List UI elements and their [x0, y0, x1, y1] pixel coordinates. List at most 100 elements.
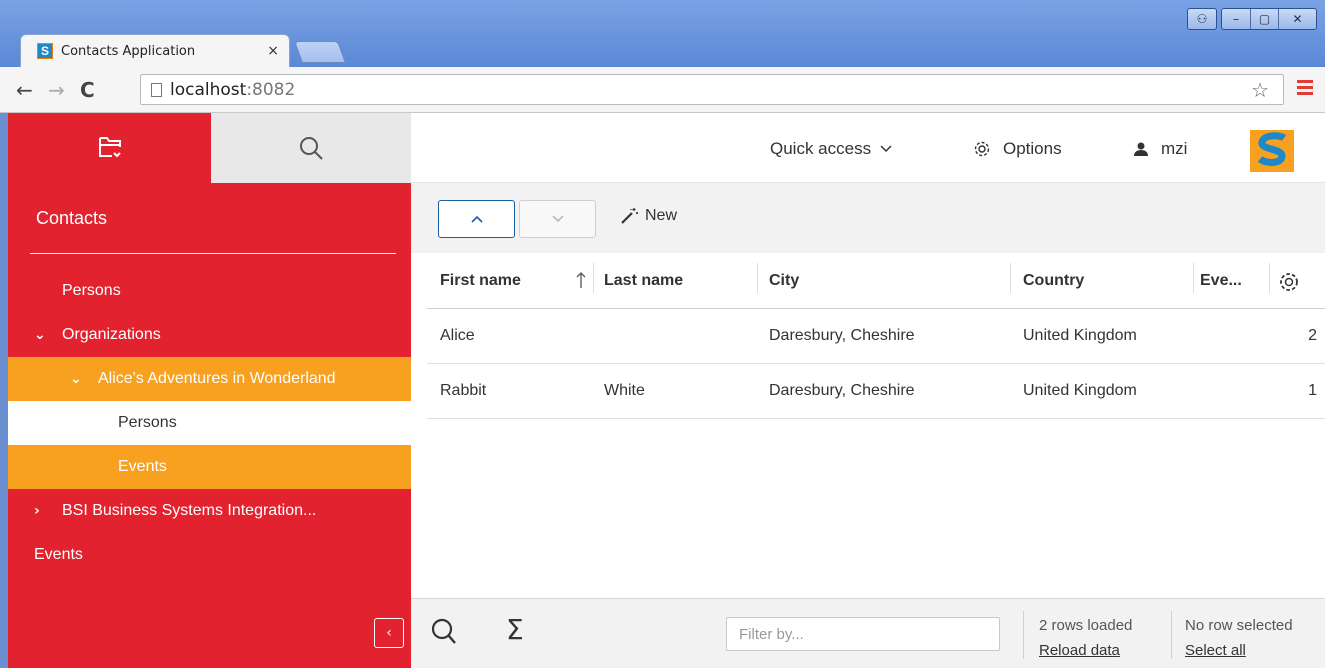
tab-outline[interactable] [8, 113, 211, 183]
move-up-button[interactable] [438, 200, 515, 238]
tree-item-label: Persons [62, 282, 121, 299]
scout-logo-icon [1250, 130, 1294, 172]
column-header-city[interactable]: City [769, 272, 799, 290]
tree-item-organizations[interactable]: ⌄ Organizations [8, 313, 411, 357]
reload-icon[interactable]: C [80, 78, 95, 102]
move-down-button[interactable] [519, 200, 596, 238]
quick-access-label: Quick access [770, 139, 872, 158]
gear-icon [974, 141, 990, 157]
tab-search[interactable] [211, 113, 411, 183]
tree-item-label: Events [34, 546, 83, 563]
table-header: First name Last name City Country Eve... [427, 253, 1325, 309]
browser-toolbar: ← → C localhost:8082 ☆ [0, 67, 1325, 113]
profile-icon[interactable]: ⚇ [1188, 9, 1216, 29]
column-separator[interactable] [1193, 263, 1194, 293]
url-port: :8082 [246, 79, 296, 100]
sidebar-divider [30, 253, 396, 254]
rows-loaded-text: 2 rows loaded [1039, 617, 1133, 634]
tree-item-label: Events [118, 458, 167, 475]
column-header-last-name[interactable]: Last name [604, 272, 683, 290]
tree-item-label: Organizations [62, 326, 161, 343]
chevron-down-icon [551, 215, 564, 223]
search-icon[interactable] [431, 617, 457, 647]
cell-city: Daresbury, Cheshire [769, 327, 915, 344]
chevron-down-icon[interactable]: ⌄ [34, 327, 50, 343]
magic-wand-icon [621, 208, 638, 224]
tree-item-label: Persons [118, 414, 177, 431]
selection-text: No row selected [1185, 617, 1293, 634]
user-icon [1134, 142, 1148, 156]
column-separator[interactable] [593, 263, 594, 293]
table-settings-gear-icon[interactable] [1278, 271, 1300, 293]
browser-menu-icon[interactable] [1297, 80, 1313, 98]
tree-item-label: Alice's Adventures in Wonderland [98, 370, 336, 387]
tree-item-events[interactable]: Events [8, 533, 411, 577]
rows-loaded-info: 2 rows loaded Reload data [1039, 613, 1132, 663]
quick-access-menu[interactable]: Quick access [770, 139, 893, 159]
cell-first-name: Alice [440, 327, 475, 344]
minimize-button[interactable]: – [1222, 9, 1250, 29]
user-name: mzi [1161, 139, 1188, 158]
column-separator[interactable] [1010, 263, 1011, 293]
sort-ascending-icon [576, 272, 586, 288]
sidebar: Contacts Persons ⌄ Organizations ⌄ Alice's… [8, 113, 411, 668]
scout-favicon-icon: S [37, 43, 53, 59]
back-arrow-icon[interactable]: ← [16, 78, 33, 102]
options-label: Options [1003, 139, 1062, 158]
cell-last-name: White [604, 382, 645, 399]
table-row[interactable]: Alice Daresbury, Cheshire United Kingdom… [427, 309, 1325, 364]
address-bar[interactable]: localhost:8082 ☆ [140, 74, 1284, 105]
column-separator[interactable] [757, 263, 758, 293]
cell-first-name: Rabbit [440, 382, 487, 399]
table-row[interactable]: Rabbit White Daresbury, Cheshire United … [427, 364, 1325, 419]
close-window-button[interactable]: ✕ [1278, 9, 1316, 29]
sidebar-title: Contacts [36, 207, 108, 228]
selection-info: No row selected Select all [1185, 613, 1293, 663]
page-icon [151, 82, 162, 97]
table-toolbar: New [411, 183, 1325, 253]
browser-tab[interactable]: S Contacts Application × [20, 34, 290, 67]
select-all-link[interactable]: Select all [1185, 638, 1293, 663]
cell-city: Daresbury, Cheshire [769, 382, 915, 399]
tree-item-bsi[interactable]: › BSI Business Systems Integration... [8, 489, 411, 533]
tree-item-alices-adventures[interactable]: ⌄ Alice's Adventures in Wonderland [8, 357, 411, 401]
tree-item-persons[interactable]: Persons [8, 269, 411, 313]
url-text: localhost:8082 [170, 80, 295, 100]
app-window: Contacts Persons ⌄ Organizations ⌄ Alice's… [8, 113, 1325, 668]
cell-country: United Kingdom [1023, 327, 1137, 344]
column-header-country[interactable]: Country [1023, 272, 1084, 290]
column-header-first-name[interactable]: First name [440, 272, 521, 290]
bookmark-star-icon[interactable]: ☆ [1251, 78, 1269, 102]
reload-data-link[interactable]: Reload data [1039, 638, 1132, 663]
tab-title: Contacts Application [61, 43, 196, 59]
column-separator[interactable] [1269, 263, 1270, 293]
table-footer: Σ 2 rows loaded Reload data No row selec… [411, 598, 1325, 668]
filter-input[interactable] [726, 617, 1000, 651]
chevron-down-icon[interactable]: ⌄ [70, 371, 86, 387]
chevron-right-icon[interactable]: › [34, 503, 50, 519]
sum-icon[interactable]: Σ [506, 613, 524, 646]
tab-close-icon[interactable]: × [267, 43, 279, 59]
maximize-button[interactable]: ▢ [1250, 9, 1278, 29]
column-header-events[interactable]: Eve... [1200, 272, 1242, 290]
data-table: First name Last name City Country Eve...… [427, 253, 1325, 419]
tree-item-org-persons[interactable]: Persons [8, 401, 411, 445]
user-menu[interactable]: mzi [1133, 139, 1187, 159]
app-header: Quick access Options mzi [411, 113, 1325, 183]
new-tab-button[interactable] [293, 41, 347, 63]
browser-titlebar: ⚇ – ▢ ✕ S Contacts Application × [0, 0, 1325, 70]
tree-item-label: BSI Business Systems Integration... [62, 502, 317, 519]
folder-tree-icon [98, 137, 121, 158]
url-host: localhost [170, 79, 247, 100]
footer-divider [1171, 611, 1172, 659]
tree-item-org-events[interactable]: Events [8, 445, 411, 489]
collapse-sidebar-button[interactable]: ‹ [374, 618, 404, 648]
footer-divider [1023, 611, 1024, 659]
search-icon [300, 137, 323, 160]
chevron-down-icon [880, 145, 892, 153]
window-controls: ⚇ – ▢ ✕ [1187, 8, 1317, 30]
options-menu[interactable]: Options [973, 139, 1062, 159]
new-button[interactable]: New [619, 207, 677, 225]
forward-arrow-icon[interactable]: → [48, 78, 65, 102]
cell-events: 2 [1308, 327, 1317, 344]
